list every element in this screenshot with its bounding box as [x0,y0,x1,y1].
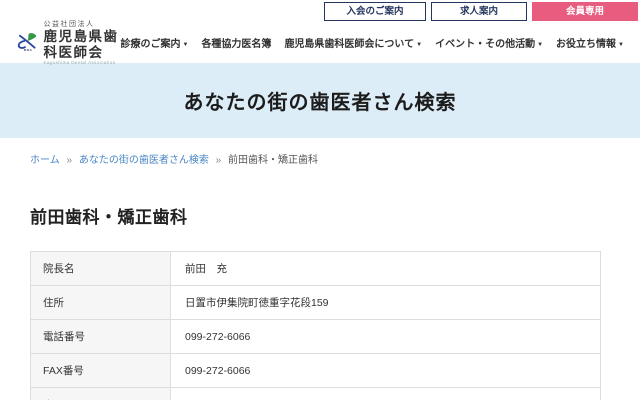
breadcrumb-home-link[interactable]: ホーム [30,155,60,166]
chevron-down-icon: ▼ [416,42,422,48]
breadcrumb-current-page: 前田歯科・矯正歯科 [228,155,318,166]
logo-org-name-en: Kagoshima Dental Association [44,60,121,65]
nav-item-label: 診療のご案内 [120,39,180,50]
join-guide-button[interactable]: 入会のご案内 [324,2,426,21]
table-row-fax: FAX番号 099-272-6066 [31,354,601,388]
logo-org-type: 公益社団法人 [44,19,121,29]
header: KDA 公益社団法人 鹿児島県歯科医師会 Kagoshima Dental As… [0,21,640,63]
row-value: 099-272-6066 [171,320,601,354]
job-listings-button[interactable]: 求人案内 [431,2,527,21]
kda-logo-icon: KDA [17,26,38,58]
table-row-homepage: ホームページ [31,388,601,400]
logo-mark-text: KDA [24,48,33,52]
chevron-down-icon: ▼ [182,42,188,48]
row-value: 099-272-6066 [171,354,601,388]
row-label: ホームページ [31,388,171,400]
nav-item-clinic-guide[interactable]: 診療のご案内▼ [120,35,188,50]
hero-title: あなたの街の歯医者さん検索 [184,86,457,115]
nav-item-cooperating-doctors-list[interactable]: 各種協力医名簿 [201,35,271,50]
nav-item-useful-info[interactable]: お役立ち情報▼ [556,35,624,50]
chevron-down-icon: ▼ [537,42,543,48]
nav-item-about-association[interactable]: 鹿児島県歯科医師会について▼ [284,35,422,50]
breadcrumb: ホーム » あなたの街の歯医者さん検索 » 前田歯科・矯正歯科 [30,151,610,166]
nav-item-events-activities[interactable]: イベント・その他活動▼ [435,35,543,50]
breadcrumb-separator: » [216,155,222,166]
table-row-director: 院長名 前田 充 [31,252,601,286]
logo[interactable]: KDA 公益社団法人 鹿児島県歯科医師会 Kagoshima Dental As… [17,19,120,65]
nav-item-label: 鹿児島県歯科医師会について [284,39,414,50]
row-label: 院長名 [31,252,171,286]
row-label: 電話番号 [31,320,171,354]
clinic-details-table: 院長名 前田 充 住所 日置市伊集院町徳重字花段159 電話番号 099-272… [30,251,601,400]
row-value: 前田 充 [171,252,601,286]
table-row-address: 住所 日置市伊集院町徳重字花段159 [31,286,601,320]
nav-item-label: イベント・その他活動 [435,39,535,50]
page: 入会のご案内 求人案内 会員専用 KDA 公益社団法人 鹿児島県歯科医師会 Ka… [0,0,640,400]
nav-item-label: お役立ち情報 [556,39,616,50]
page-title: 前田歯科・矯正歯科 [30,203,610,228]
breadcrumb-separator: » [66,155,72,166]
logo-text: 公益社団法人 鹿児島県歯科医師会 Kagoshima Dental Associ… [44,19,121,65]
row-value: 日置市伊集院町徳重字花段159 [171,286,601,320]
logo-org-name: 鹿児島県歯科医師会 [44,29,121,60]
hero-banner: あなたの街の歯医者さん検索 [0,63,640,138]
breadcrumb-dentist-search-link[interactable]: あなたの街の歯医者さん検索 [79,155,209,166]
row-value [171,388,601,400]
nav-item-label: 各種協力医名簿 [201,39,271,50]
row-label: 住所 [31,286,171,320]
table-row-phone: 電話番号 099-272-6066 [31,320,601,354]
header-top-bar: 入会のご案内 求人案内 会員専用 [0,0,640,21]
row-label: FAX番号 [31,354,171,388]
main-nav: 診療のご案内▼ 各種協力医名簿 鹿児島県歯科医師会について▼ イベント・その他活… [120,35,624,50]
chevron-down-icon: ▼ [618,42,624,48]
members-only-button[interactable]: 会員専用 [532,2,638,21]
